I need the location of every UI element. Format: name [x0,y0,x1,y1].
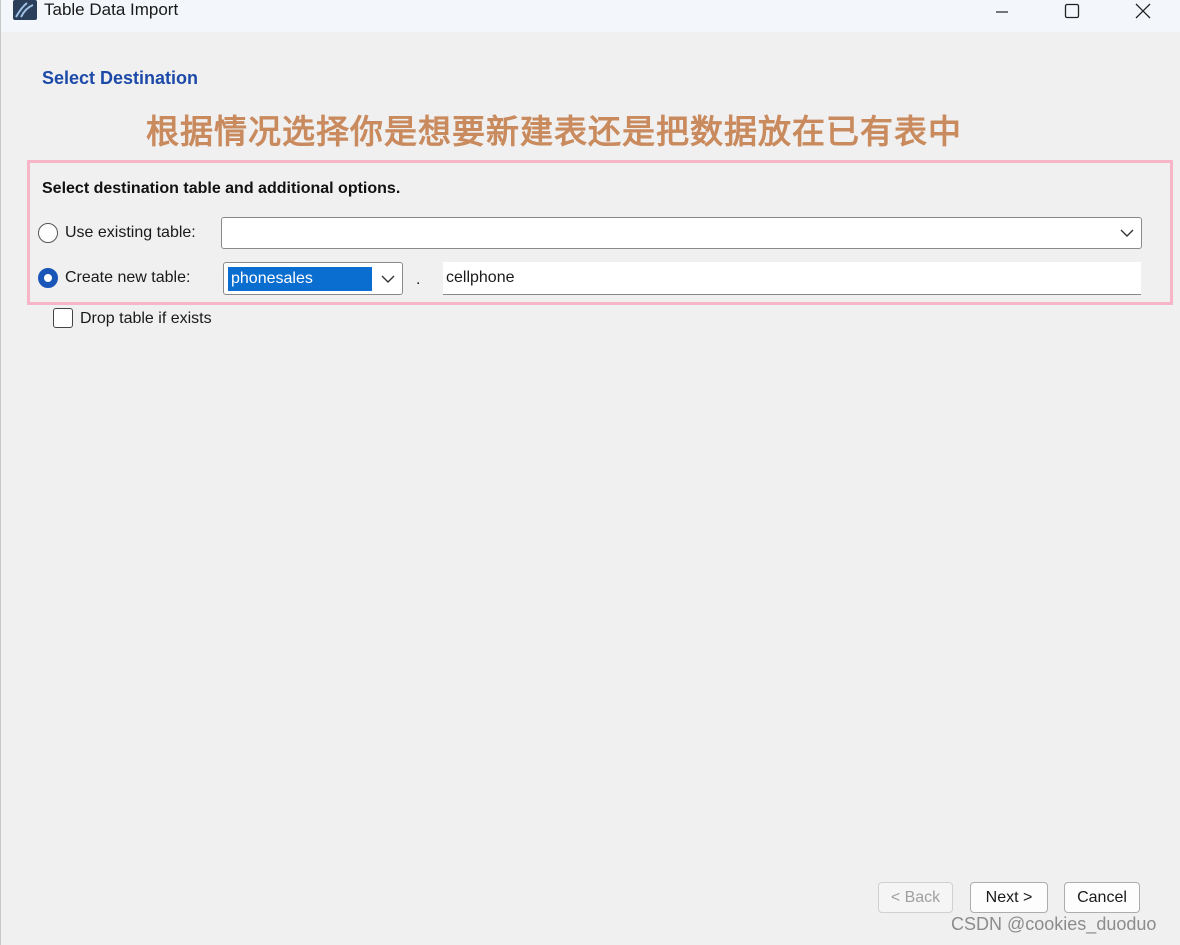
maximize-button[interactable] [1049,0,1095,22]
wizard-content: Select Destination 根据情况选择你是想要新建表还是把数据放在已… [1,32,1180,945]
options-heading: Select destination table and additional … [42,180,401,197]
schema-select[interactable]: phonesales [223,262,403,295]
close-button[interactable] [1120,0,1166,22]
create-new-table-label[interactable]: Create new table: [65,269,190,287]
page-title: Select Destination [42,68,199,88]
drop-table-checkbox[interactable] [53,308,73,328]
close-icon [1135,3,1151,19]
next-button[interactable]: Next > [970,882,1048,913]
minimize-button[interactable] [979,0,1025,22]
maximize-icon [1064,3,1080,19]
create-new-table-radio[interactable] [38,268,58,288]
minimize-icon [996,11,1008,13]
chevron-down-icon [381,275,395,283]
window-title: Table Data Import [44,0,179,19]
drop-table-label[interactable]: Drop table if exists [80,310,212,328]
title-bar[interactable]: Table Data Import [1,0,1180,32]
annotation-text: 根据情况选择你是想要新建表还是把数据放在已有表中 [146,113,962,150]
existing-table-select[interactable] [221,217,1142,249]
watermark: CSDN @cookies_duoduo [951,914,1157,934]
schema-table-separator: . [416,271,421,288]
schema-value: phonesales [228,267,372,291]
back-button[interactable]: < Back [878,882,953,913]
chevron-down-icon [1120,229,1134,237]
table-data-import-window: Table Data Import Select Destination 根据情… [0,0,1180,945]
new-table-name-input[interactable] [443,262,1141,295]
use-existing-table-radio[interactable] [38,223,58,243]
use-existing-table-label[interactable]: Use existing table: [65,224,196,242]
cancel-button[interactable]: Cancel [1064,882,1140,913]
mysql-workbench-icon [13,0,37,20]
